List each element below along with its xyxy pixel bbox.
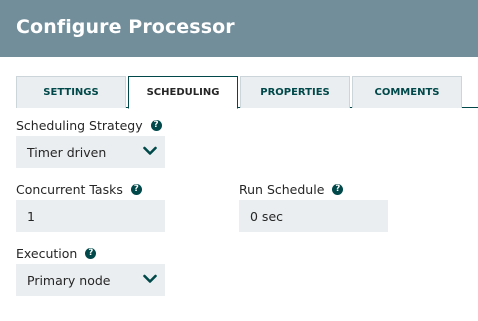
run-schedule-value: 0 sec [250, 208, 284, 224]
execution-select[interactable]: Primary node [16, 264, 165, 296]
tab-comments[interactable]: COMMENTS [352, 76, 462, 108]
tab-bar: SETTINGS SCHEDULING PROPERTIES COMMENTS [0, 76, 478, 109]
chevron-down-icon [143, 146, 157, 155]
run-schedule-label: Run Schedule ? [239, 182, 344, 197]
tab-properties[interactable]: PROPERTIES [240, 76, 350, 108]
help-icon[interactable]: ? [130, 184, 142, 195]
dialog-title: Configure Processor [16, 16, 235, 38]
concurrent-tasks-value: 1 [27, 208, 35, 224]
help-icon[interactable]: ? [85, 248, 97, 259]
run-schedule-label-text: Run Schedule [239, 182, 325, 197]
tab-scheduling[interactable]: SCHEDULING [128, 76, 238, 109]
run-schedule-input[interactable]: 0 sec [239, 200, 388, 232]
help-icon[interactable]: ? [332, 184, 344, 195]
concurrent-tasks-label: Concurrent Tasks ? [16, 182, 142, 197]
scheduling-strategy-label-text: Scheduling Strategy [16, 118, 143, 133]
scheduling-strategy-value: Timer driven [27, 144, 107, 160]
execution-label-text: Execution [16, 246, 78, 261]
scheduling-strategy-label: Scheduling Strategy ? [16, 118, 162, 133]
execution-value: Primary node [27, 272, 111, 288]
concurrent-tasks-label-text: Concurrent Tasks [16, 182, 123, 197]
help-icon[interactable]: ? [150, 120, 162, 131]
dialog-header: Configure Processor [0, 0, 478, 57]
chevron-down-icon [143, 274, 157, 283]
concurrent-tasks-input[interactable]: 1 [16, 200, 165, 232]
execution-label: Execution ? [16, 246, 97, 261]
tab-settings[interactable]: SETTINGS [16, 76, 126, 108]
scheduling-strategy-select[interactable]: Timer driven [16, 136, 165, 168]
